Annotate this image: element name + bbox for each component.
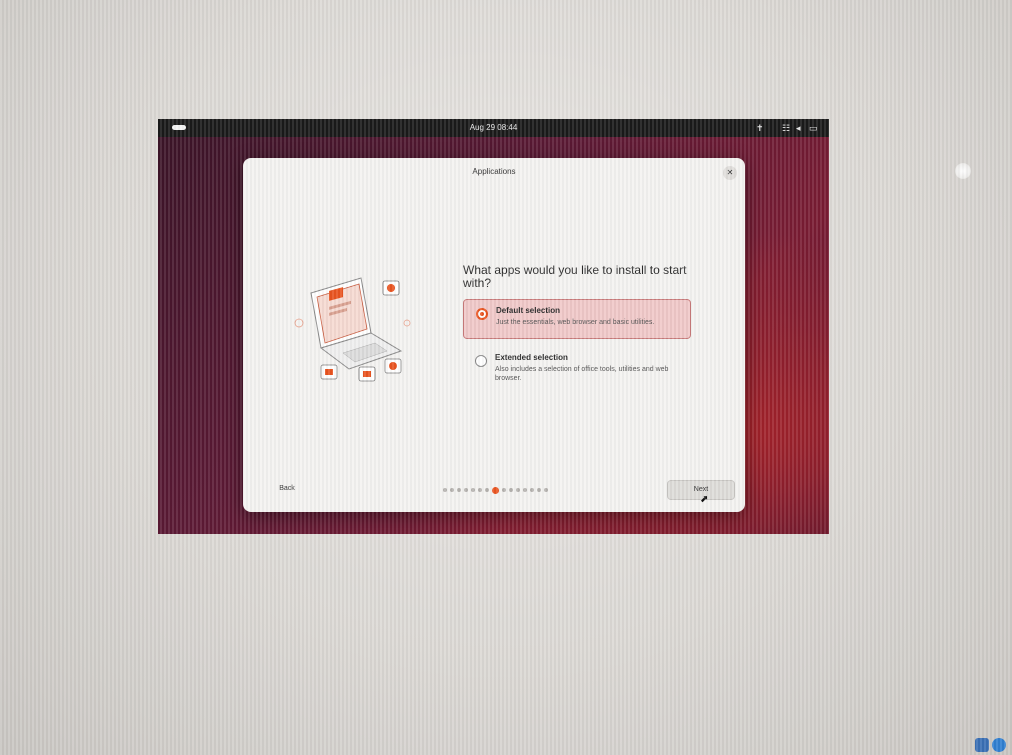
progress-dot — [443, 488, 447, 492]
progress-dot — [544, 488, 548, 492]
accessibility-icon[interactable]: ✝ — [756, 122, 764, 134]
radio-unselected-icon[interactable] — [475, 355, 487, 367]
clock[interactable]: Aug 29 08:44 — [158, 123, 829, 132]
progress-dot — [537, 488, 541, 492]
close-icon[interactable]: ✕ — [723, 166, 737, 180]
photographed-monitor: Aug 29 08:44 ✝ ☷ ◂ ▭ Applications ✕ What… — [0, 0, 1012, 755]
progress-dots — [443, 486, 548, 494]
apps-illustration — [294, 277, 411, 382]
progress-dot — [509, 488, 513, 492]
option-title: Default selection — [496, 306, 561, 315]
extended-selection-option[interactable]: Extended selection Also includes a selec… — [463, 347, 691, 391]
progress-dot — [485, 488, 489, 492]
installer-dialog: Applications ✕ What apps would you like … — [243, 158, 745, 512]
option-description: Just the essentials, web browser and bas… — [496, 319, 655, 326]
speaker-icon[interactable]: ◂ — [796, 122, 801, 134]
globe-icon[interactable] — [992, 738, 1006, 752]
top-bar: Aug 29 08:44 ✝ ☷ ◂ ▭ — [158, 119, 829, 137]
mouse-pointer-icon: ⬈ — [700, 494, 709, 505]
radio-selected-icon[interactable] — [476, 308, 488, 320]
help-icon[interactable] — [975, 738, 989, 752]
option-description: Also includes a selection of office tool… — [495, 366, 669, 382]
corner-icons — [975, 738, 1006, 752]
progress-dot — [523, 488, 527, 492]
dialog-title: Applications — [472, 167, 516, 176]
battery-icon[interactable]: ▭ — [809, 122, 818, 134]
progress-dot — [478, 488, 482, 492]
progress-dot — [502, 488, 506, 492]
progress-dot — [457, 488, 461, 492]
progress-dot-active — [492, 486, 499, 494]
desktop-screen: Aug 29 08:44 ✝ ☷ ◂ ▭ Applications ✕ What… — [158, 119, 829, 534]
option-title: Extended selection — [495, 353, 568, 362]
light-glare — [955, 163, 971, 179]
progress-dot — [516, 488, 520, 492]
default-selection-option[interactable]: Default selection Just the essentials, w… — [463, 299, 691, 339]
progress-dot — [471, 488, 475, 492]
back-button[interactable]: Back — [251, 480, 323, 498]
progress-dot — [464, 488, 468, 492]
install-question: What apps would you like to install to s… — [463, 263, 687, 290]
network-icon[interactable]: ☷ — [782, 122, 790, 134]
progress-dot — [530, 488, 534, 492]
progress-dot — [450, 488, 454, 492]
